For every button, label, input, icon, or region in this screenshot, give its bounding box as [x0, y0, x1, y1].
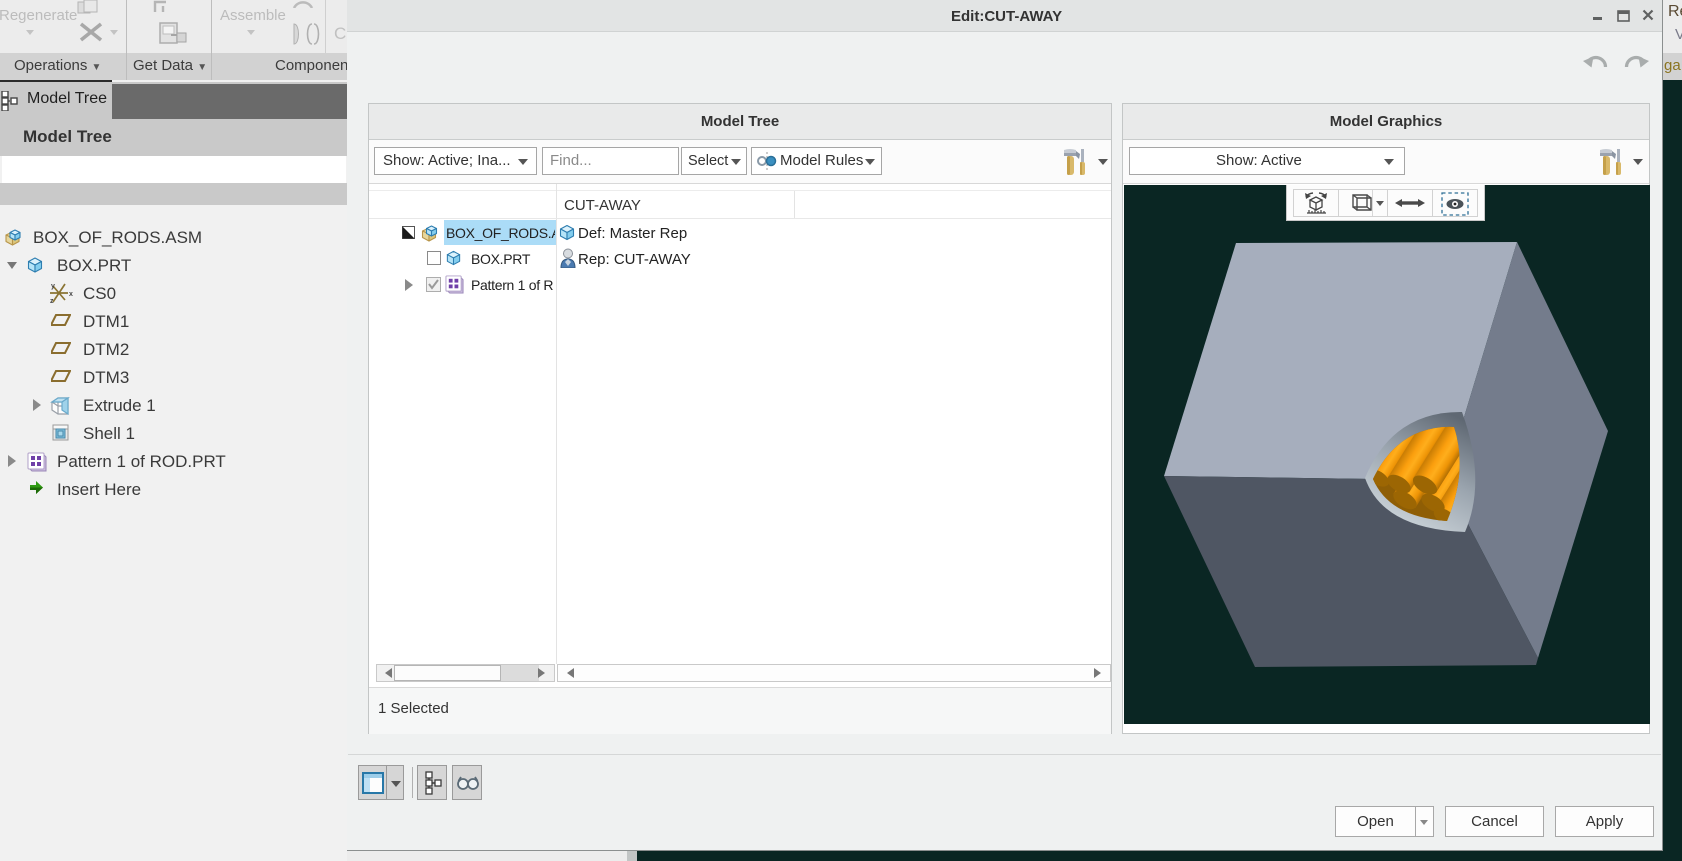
- svg-text:x: x: [69, 291, 73, 298]
- svg-text:z: z: [50, 298, 54, 304]
- svg-text:y: y: [51, 283, 55, 290]
